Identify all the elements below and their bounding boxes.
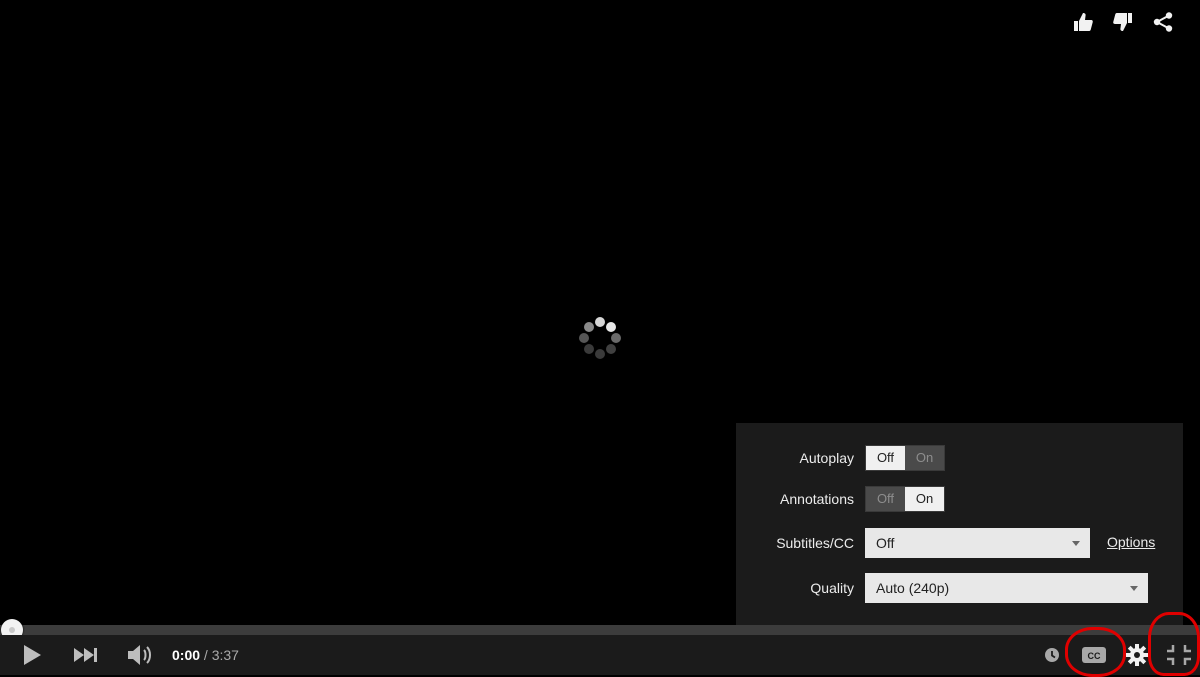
play-button[interactable] [14,635,50,675]
thumbs-up-icon[interactable] [1063,9,1103,35]
play-icon [24,645,41,665]
time-display: 0:00 / 3:37 [172,635,239,675]
autoplay-off-option[interactable]: Off [866,446,905,470]
subtitles-value: Off [876,535,895,551]
chevron-down-icon [1072,541,1080,546]
quality-select[interactable]: Auto (240p) [865,573,1148,603]
autoplay-label: Autoplay [799,450,854,466]
next-icon [74,648,97,662]
share-icon[interactable] [1143,9,1183,35]
volume-icon [128,645,151,665]
quality-label: Quality [810,580,854,596]
loading-spinner-icon [579,317,621,359]
subtitles-label: Subtitles/CC [776,535,854,551]
top-actions [1063,9,1183,35]
highlight-fullscreen-mark [1148,612,1200,676]
subtitles-options-link[interactable]: Options [1107,534,1155,550]
progress-bar[interactable] [0,625,1200,635]
chevron-down-icon [1130,586,1138,591]
annotations-label: Annotations [780,491,854,507]
duration: 3:37 [211,647,239,663]
thumbs-down-icon[interactable] [1103,9,1143,35]
current-time: 0:00 [172,647,201,663]
autoplay-toggle[interactable]: Off On [865,445,945,471]
autoplay-on-option[interactable]: On [905,446,944,470]
annotations-on-option[interactable]: On [905,487,944,511]
settings-panel: Autoplay Off On Annotations Off On Subti… [736,423,1183,625]
subtitles-select[interactable]: Off [865,528,1090,558]
gear-icon [1126,644,1148,666]
volume-button[interactable] [122,635,160,675]
control-bar: 0:00 / 3:37 CC [0,635,1200,675]
video-player[interactable]: Autoplay Off On Annotations Off On Subti… [0,0,1200,677]
watch-later-icon [1045,648,1059,662]
annotations-off-option[interactable]: Off [866,487,905,511]
time-separator: / [203,647,208,663]
highlight-captions-mark [1065,627,1126,677]
quality-value: Auto (240p) [876,580,950,596]
next-button[interactable] [66,635,106,675]
annotations-toggle[interactable]: Off On [865,486,945,512]
watch-later-button[interactable] [1040,635,1064,675]
